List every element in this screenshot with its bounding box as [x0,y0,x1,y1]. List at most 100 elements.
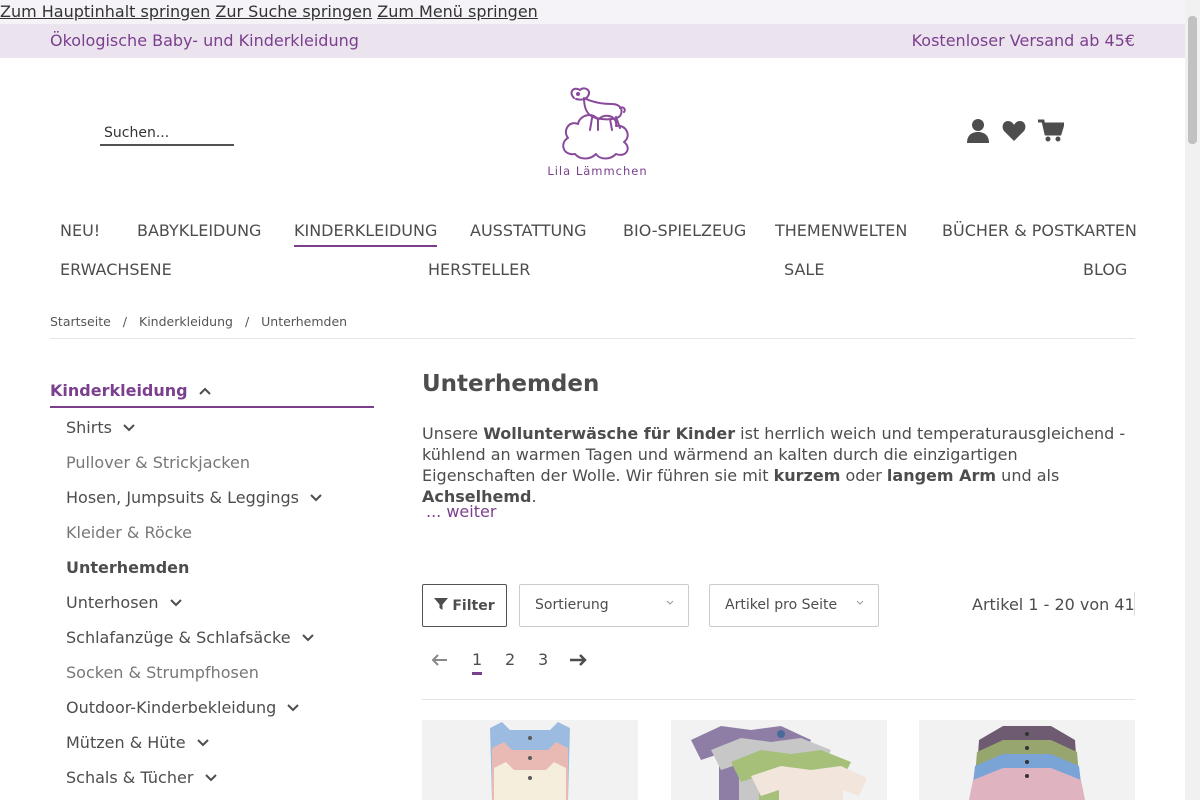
sidebar-item-label: Socken & Strumpfhosen [66,663,259,682]
skip-to-menu-link[interactable]: Zum Menü springen [377,2,538,21]
heart-icon[interactable] [1002,118,1026,144]
chevron-down-icon [301,629,314,649]
sidebar-item-label: Pullover & Strickjacken [66,453,250,472]
nav-item-bio-spielzeug[interactable]: BIO-SPIELZEUG [623,221,746,240]
free-shipping-notice: Kostenloser Versand ab 45€ [911,31,1135,50]
sidebar-item-label: Hosen, Jumpsuits & Leggings [66,488,299,507]
search-input[interactable] [100,123,234,143]
scrollbar-thumb[interactable] [1188,16,1197,144]
sidebar-item-label: Outdoor-Kinderbekleidung [66,698,277,717]
intro-bold: kurzem [773,466,841,485]
intro-text: und als [996,466,1060,485]
page-2-link[interactable]: 2 [505,650,515,669]
nav-item-sale[interactable]: SALE [784,260,824,279]
filter-icon [434,597,449,615]
chevron-down-icon [123,419,135,439]
chevron-up-icon [199,385,211,398]
read-more-link[interactable]: ... weiter [426,502,496,521]
chevron-down-icon [666,599,674,609]
cart-icon[interactable] [1038,118,1066,144]
chevron-down-icon [204,769,217,789]
sidebar-item-label: Mützen & Hüte [66,733,186,752]
skip-to-search-link[interactable]: Zur Suche springen [215,2,372,21]
category-description: Unsere Wollunterwäsche für Kinder ist he… [422,423,1135,507]
sidebar-item-label: Unterhemden [66,558,190,577]
nav-item-themenwelten[interactable]: THEMENWELTEN [775,221,907,240]
shop-logo[interactable]: Lila Lämmchen [540,84,655,184]
chevron-down-icon [287,699,300,719]
lamb-cloud-logo-icon [562,87,629,160]
sort-label: Sortierung [535,597,609,613]
sidebar-item-shirts[interactable]: Shirts [66,418,322,453]
nav-item-neu[interactable]: NEU! [60,221,100,240]
prev-page-arrow-icon[interactable] [431,650,448,671]
undershirt-product-image [490,722,570,800]
page-title: Unterhemden [422,371,600,397]
product-card[interactable] [422,720,638,800]
shop-tagline: Ökologische Baby- und Kinderkleidung [50,31,359,50]
article-count: Artikel 1 - 20 von 41 [972,595,1135,614]
nav-item-hersteller[interactable]: HERSTELLER [428,260,530,279]
breadcrumb-item-kinderkleidung[interactable]: Kinderkleidung [139,314,233,329]
chevron-down-icon [310,489,322,509]
sidebar-item-label: Unterhosen [66,593,159,612]
page-1-link[interactable]: 1 [472,650,483,675]
search-box [100,122,234,146]
product-card[interactable] [671,720,887,800]
breadcrumb-separator: / [122,314,128,329]
chevron-down-icon [196,734,209,754]
sidebar-category-list: Shirts Pullover & Strickjacken Hosen, Ju… [66,418,322,800]
chevron-down-icon [856,599,864,609]
breadcrumb-separator: / [244,314,250,329]
sidebar-item-label: Shirts [66,418,112,437]
breadcrumb: Startseite / Kinderkleidung / Unterhemde… [50,314,347,329]
sort-select[interactable]: Sortierung [519,584,689,627]
intro-text: . [531,487,537,506]
nav-item-kinderkleidung[interactable]: KINDERKLEIDUNG [294,221,438,247]
next-page-arrow-icon[interactable] [569,650,587,671]
logo-text: Lila Lämmchen [547,164,648,178]
nav-item-buecher-postkarten[interactable]: BÜCHER & POSTKARTEN [942,221,1137,240]
intro-text: Unsere [422,424,484,443]
sidebar-item-unterhosen[interactable]: Unterhosen [66,593,322,628]
breadcrumb-divider [50,338,1135,339]
breadcrumb-item-unterhemden[interactable]: Unterhemden [261,314,347,329]
sidebar-category-title[interactable]: Kinderkleidung [50,381,374,408]
sidebar-item-hosen[interactable]: Hosen, Jumpsuits & Leggings [66,488,322,523]
sidebar-title-label: Kinderkleidung [50,381,188,400]
sidebar-item-label: Schals & Tücher [66,768,194,787]
filter-label: Filter [452,597,495,614]
per-page-select[interactable]: Artikel pro Seite [709,584,879,627]
nav-item-babykleidung[interactable]: BABYKLEIDUNG [137,221,261,240]
intro-bold: Wollunterwäsche für Kinder [483,424,736,443]
pagination-divider [422,699,1135,700]
nav-item-blog[interactable]: BLOG [1083,260,1127,279]
sidebar-item-pullover[interactable]: Pullover & Strickjacken [66,453,322,488]
skip-to-main-link[interactable]: Zum Hauptinhalt springen [0,2,210,21]
product-card[interactable] [919,720,1135,800]
user-icon[interactable] [966,118,990,144]
sidebar-item-outdoor[interactable]: Outdoor-Kinderbekleidung [66,698,322,733]
top-info-bar: Ökologische Baby- und Kinderkleidung Kos… [0,24,1185,58]
nav-item-ausstattung[interactable]: AUSSTATTUNG [470,221,587,240]
sidebar-item-muetzen[interactable]: Mützen & Hüte [66,733,322,768]
intro-bold: langem Arm [886,466,997,485]
nav-item-erwachsene[interactable]: ERWACHSENE [60,260,172,279]
page-3-link[interactable]: 3 [538,650,548,669]
sidebar-item-schlafanzuege[interactable]: Schlafanzüge & Schlafsäcke [66,628,322,663]
sidebar-item-label: Schlafanzüge & Schlafsäcke [66,628,291,647]
sidebar-item-socken[interactable]: Socken & Strumpfhosen [66,663,322,698]
toolbar-divider [1134,592,1135,616]
tshirt-product-image [691,726,867,800]
sidebar-item-schals[interactable]: Schals & Tücher [66,768,322,800]
sidebar-item-unterhemden[interactable]: Unterhemden [66,558,322,593]
skip-links: Zum Hauptinhalt springen Zur Suche sprin… [0,0,1185,24]
longsleeve-product-image [969,726,1085,800]
sidebar-item-kleider[interactable]: Kleider & Röcke [66,523,322,558]
header-actions [966,118,1066,144]
breadcrumb-item-startseite[interactable]: Startseite [50,314,111,329]
chevron-down-icon [169,594,182,614]
page-scrollbar[interactable] [1185,0,1200,800]
filter-button[interactable]: Filter [422,584,507,627]
intro-text: oder [840,466,887,485]
